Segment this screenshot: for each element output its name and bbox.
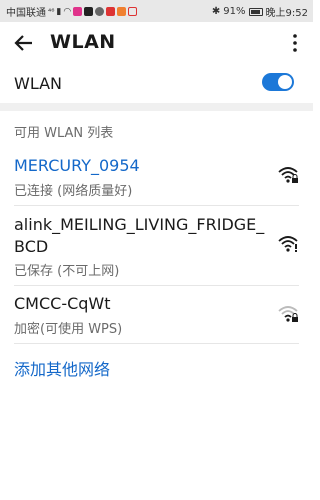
wifi-warning-icon	[278, 236, 298, 252]
wifi-locked-icon	[278, 167, 298, 183]
network-name: MERCURY_0954	[14, 156, 140, 175]
network-item-cmcc[interactable]: CMCC-CqWt 加密(可使用 WPS)	[0, 288, 313, 340]
clock: 晚上9:52	[265, 8, 308, 19]
battery-icon	[248, 7, 263, 16]
wlan-switch[interactable]	[262, 73, 294, 91]
network-name: CMCC-CqWt	[14, 294, 111, 313]
network-name: alink_MEILING_LIVING_FRIDGE_	[14, 215, 265, 234]
divider	[14, 205, 299, 206]
wlan-label: WLAN	[14, 74, 63, 93]
divider	[14, 285, 299, 286]
app-notification-icon	[73, 7, 83, 16]
wifi-status-icon: ◠	[63, 6, 72, 17]
tiktok-icon	[84, 7, 94, 16]
network-status: 已连接 (网络质量好)	[14, 184, 133, 199]
network-status: 已保存 (不可上网)	[14, 264, 120, 279]
network-type: ⁴⁶	[48, 7, 55, 16]
network-name-line2: BCD	[14, 237, 49, 256]
app-icon	[117, 7, 127, 16]
notification-icon	[95, 7, 105, 16]
app-bar: WLAN	[0, 22, 313, 64]
wlan-toggle-row[interactable]: WLAN	[0, 64, 313, 102]
play-icon	[106, 7, 116, 16]
page-title: WLAN	[50, 31, 116, 53]
battery-percent: 91%	[223, 6, 246, 17]
carrier-name: 中国联通	[6, 8, 46, 19]
add-other-network-button[interactable]: 添加其他网络	[14, 356, 110, 380]
section-gap	[0, 103, 313, 111]
network-item-mercury[interactable]: MERCURY_0954 已连接 (网络质量好)	[0, 150, 313, 202]
wifi-weak-locked-icon	[278, 306, 298, 322]
back-arrow-icon[interactable]	[12, 31, 36, 55]
divider	[14, 343, 299, 344]
bluetooth-icon: ✱	[211, 6, 221, 17]
status-bar: 中国联通 ⁴⁶ ▮ ◠ ✱ 91% 晚上9:52	[0, 0, 313, 22]
available-networks-header: 可用 WLAN 列表	[14, 126, 114, 141]
network-status: 加密(可使用 WPS)	[14, 322, 123, 337]
network-item-alink[interactable]: alink_MEILING_LIVING_FRIDGE_ BCD 已保存 (不可…	[0, 207, 313, 283]
signal-icon: ▮	[56, 6, 62, 17]
switch-knob	[278, 75, 292, 89]
more-options-icon[interactable]	[287, 31, 303, 55]
message-icon	[128, 7, 138, 16]
